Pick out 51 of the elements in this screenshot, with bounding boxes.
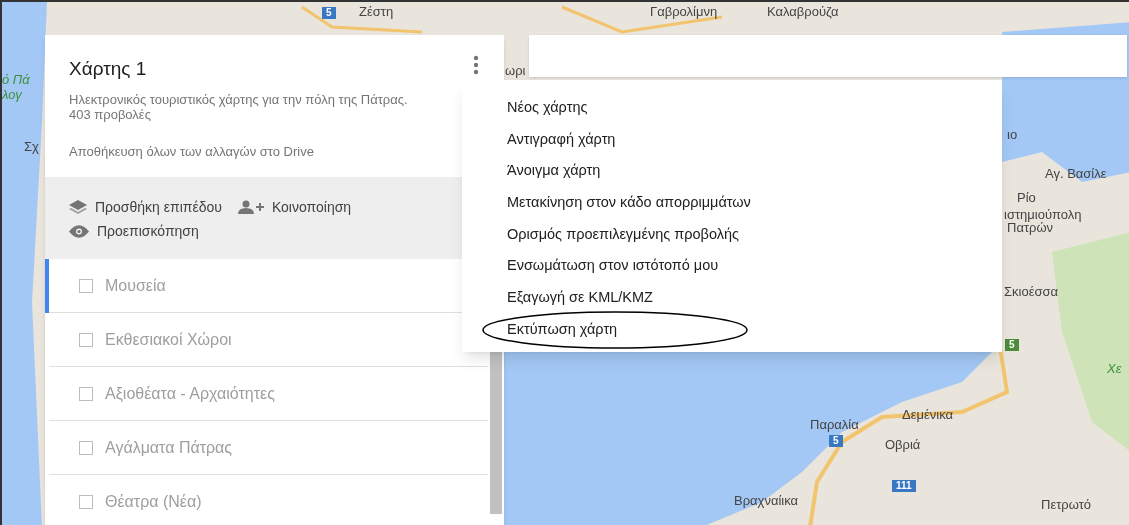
checkbox[interactable] [79, 332, 93, 347]
menu-item[interactable]: Ορισμός προεπιλεγμένης προβολής [507, 223, 739, 246]
save-status: Αποθήκευση όλων των αλλαγών στο Drive [69, 142, 315, 161]
map-label: ό Πά [2, 73, 30, 87]
map-label: Αγ. Βασίλε [1045, 167, 1107, 181]
preview-button[interactable]: Προεπισκόπηση [69, 221, 199, 241]
map-label: Δεμένικα [902, 408, 953, 422]
view-count: 403 προβολές [69, 106, 151, 122]
add-person-icon [237, 200, 264, 214]
menu-item[interactable]: Άνοιγμα χάρτη [507, 160, 601, 183]
map-label: Ζέστη [359, 5, 394, 19]
search-field[interactable] [529, 35, 1127, 77]
checkbox[interactable] [79, 494, 93, 509]
map-label: Οβριά [885, 438, 921, 452]
menu-item[interactable]: Ενσωμάτωση στον ιστότοπό μου [507, 255, 719, 278]
map-label: Ρίο [1017, 191, 1036, 205]
menu-item[interactable]: Αντιγραφή χάρτη [507, 128, 616, 151]
checkbox[interactable] [79, 386, 93, 401]
more-options-icon[interactable] [472, 55, 480, 75]
map-label: ωρι [505, 64, 526, 78]
eye-icon [69, 224, 89, 238]
route-shield: 111 [892, 480, 916, 492]
menu-item[interactable]: Μετακίνηση στον κάδο απορριμμάτων [507, 192, 751, 214]
route-shield: 5 [1005, 339, 1019, 351]
layer-name: Εκθεσιακοί Χώροι [105, 329, 232, 350]
map-label: Πετρωτό [1041, 498, 1092, 512]
share-button[interactable]: Κοινοποίηση [237, 197, 352, 217]
map-label: ιο [1007, 128, 1018, 142]
layer-name: Θέατρα (Νέα) [105, 491, 202, 512]
menu-item[interactable]: Εξαγωγή σε KML/KMZ [507, 287, 653, 309]
map-label: Καλαβρούζα [767, 5, 839, 19]
map-label: Πατρών [1007, 221, 1054, 235]
map-description: Ηλεκτρονικός τουριστικός χάρτης για την πόλη της Πάτρας. [69, 91, 409, 107]
route-shield: 5 [322, 7, 336, 19]
layer-name: Αγάλματα Πάτρας [105, 437, 233, 458]
route-shield: 5 [829, 435, 843, 447]
map-label: Βραχναίικα [734, 494, 799, 508]
checkbox[interactable] [79, 440, 93, 455]
map-label: λογ [2, 88, 22, 102]
map-label: Χε [1107, 362, 1122, 376]
map-label: Σχ [24, 140, 39, 154]
menu-item[interactable]: Νέος χάρτης [507, 96, 588, 119]
layer-name: Μουσεία [105, 275, 166, 296]
map-label: Γαβρολίμνη [650, 5, 718, 19]
layers-icon [69, 200, 87, 214]
add-layer-button[interactable]: Προσθήκη επιπέδου [69, 197, 222, 217]
map-label: Σκιοέσσα [1004, 285, 1058, 299]
checkbox[interactable] [79, 278, 93, 293]
map-label: Παραλία [810, 418, 859, 432]
layer-name: Αξιοθέατα - Αρχαιότητες [105, 383, 275, 404]
map-label: ιστημιούπολη [1004, 208, 1082, 222]
